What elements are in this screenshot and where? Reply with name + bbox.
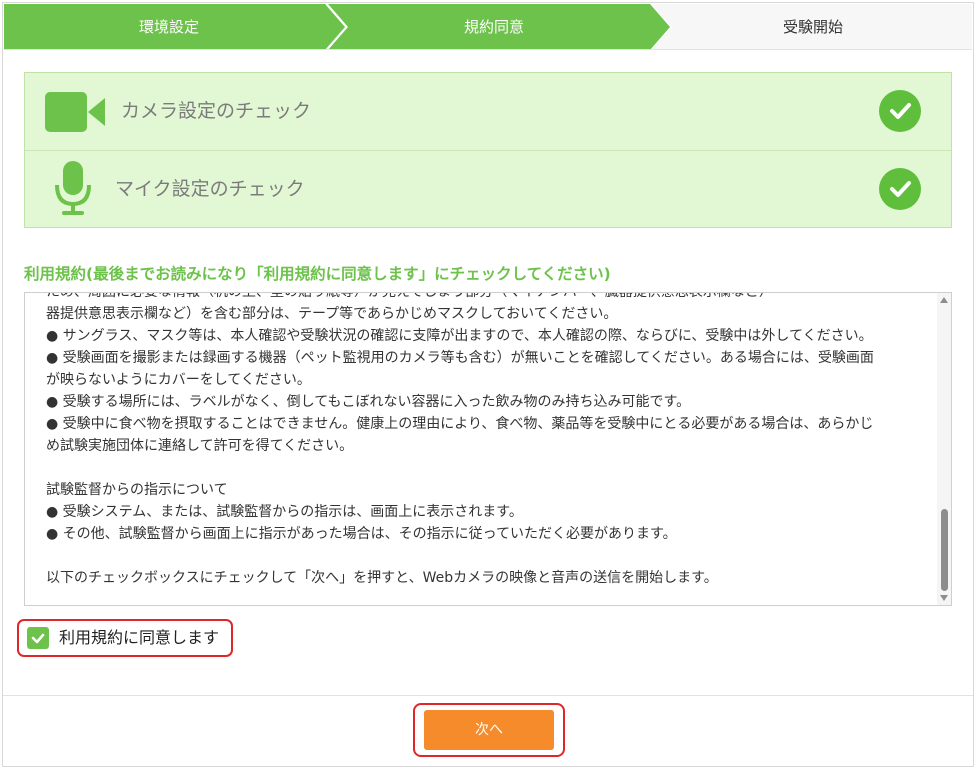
step-exam-start: 受験開始 bbox=[782, 18, 843, 36]
terms-section-title: 試験監督からの指示について bbox=[46, 482, 228, 498]
camera-check-row: カメラ設定のチェック bbox=[25, 73, 951, 151]
terms-scroll-box[interactable]: ため、周囲に必要な情報（机の上、壁の貼り紙等）が見えてしまう部分（マイナンバー、… bbox=[24, 292, 952, 606]
terms-line: ● サングラス、マスク等は、本人確認や受験状況の確認に支障が出ますので、本人確認… bbox=[46, 328, 873, 344]
terms-heading: 利用規約(最後までお読みになり「利用規約に同意します」にチェックしてください) bbox=[24, 265, 611, 283]
terms-line: ● 受験する場所には、ラベルがなく、倒してもこぼれない容器に入った飲み物のみ持ち… bbox=[46, 394, 691, 410]
scroll-up-icon[interactable] bbox=[939, 296, 949, 304]
terms-spacer bbox=[46, 457, 926, 479]
terms-spacer bbox=[46, 545, 926, 567]
terms-line: ● その他、試験監督から画面上に指示があった場合は、その指示に従っていただく必要… bbox=[46, 526, 677, 542]
device-check-panel: カメラ設定のチェック マイク設定のチェック bbox=[24, 72, 952, 228]
microphone-check-row: マイク設定のチェック bbox=[25, 151, 951, 228]
step-terms: 規約同意 bbox=[463, 18, 524, 36]
step-environment: 環境設定 bbox=[138, 18, 199, 36]
microphone-check-label: マイク設定のチェック bbox=[115, 178, 305, 200]
next-button[interactable]: 次へ bbox=[424, 710, 554, 750]
camera-check-label: カメラ設定のチェック bbox=[121, 100, 312, 122]
terms-line: が映らないようにカバーをしてください。 bbox=[46, 372, 311, 388]
terms-scrollbar[interactable] bbox=[937, 293, 951, 605]
scrollbar-thumb[interactable] bbox=[941, 509, 948, 591]
footer-divider bbox=[3, 695, 973, 696]
checkmark-icon bbox=[31, 633, 45, 644]
terms-line: 以下のチェックボックスにチェックして「次へ」を押すと、Webカメラの映像と音声の… bbox=[46, 570, 718, 586]
terms-line: め試験実施団体に連絡して許可を得てください。 bbox=[46, 438, 354, 454]
terms-line: ● 受験画面を撮影または録画する機器（ペット監視用のカメラ等も含む）が無いことを… bbox=[46, 350, 874, 366]
terms-line: ● 受験中に食べ物を摂取することはできません。健康上の理由により、食べ物、薬品等… bbox=[46, 416, 874, 432]
camera-icon bbox=[45, 92, 105, 136]
progress-stepper: 環境設定 規約同意 受験開始 bbox=[4, 4, 972, 50]
scroll-down-icon[interactable] bbox=[939, 594, 949, 602]
agree-label[interactable]: 利用規約に同意します bbox=[59, 621, 219, 655]
agree-checkbox-field[interactable]: 利用規約に同意します bbox=[17, 619, 233, 657]
terms-line: ● 受験システム、または、試験監督からの指示は、画面上に表示されます。 bbox=[46, 504, 523, 520]
agree-checkbox[interactable] bbox=[27, 627, 49, 649]
terms-text: ため、周囲に必要な情報（机の上、壁の貼り紙等）が見えてしまう部分（マイナンバー、… bbox=[46, 292, 926, 589]
check-ok-icon bbox=[879, 168, 921, 210]
microphone-icon bbox=[53, 161, 93, 221]
next-button-highlight: 次へ bbox=[413, 703, 565, 757]
check-ok-icon bbox=[879, 90, 921, 132]
terms-line: 器提供意思表示欄など）を含む部分は、テープ等であらかじめマスクしておいてください… bbox=[46, 306, 618, 322]
terms-line: ため、周囲に必要な情報（机の上、壁の貼り紙等）が見えてしまう部分（マイナンバー、… bbox=[46, 292, 773, 300]
